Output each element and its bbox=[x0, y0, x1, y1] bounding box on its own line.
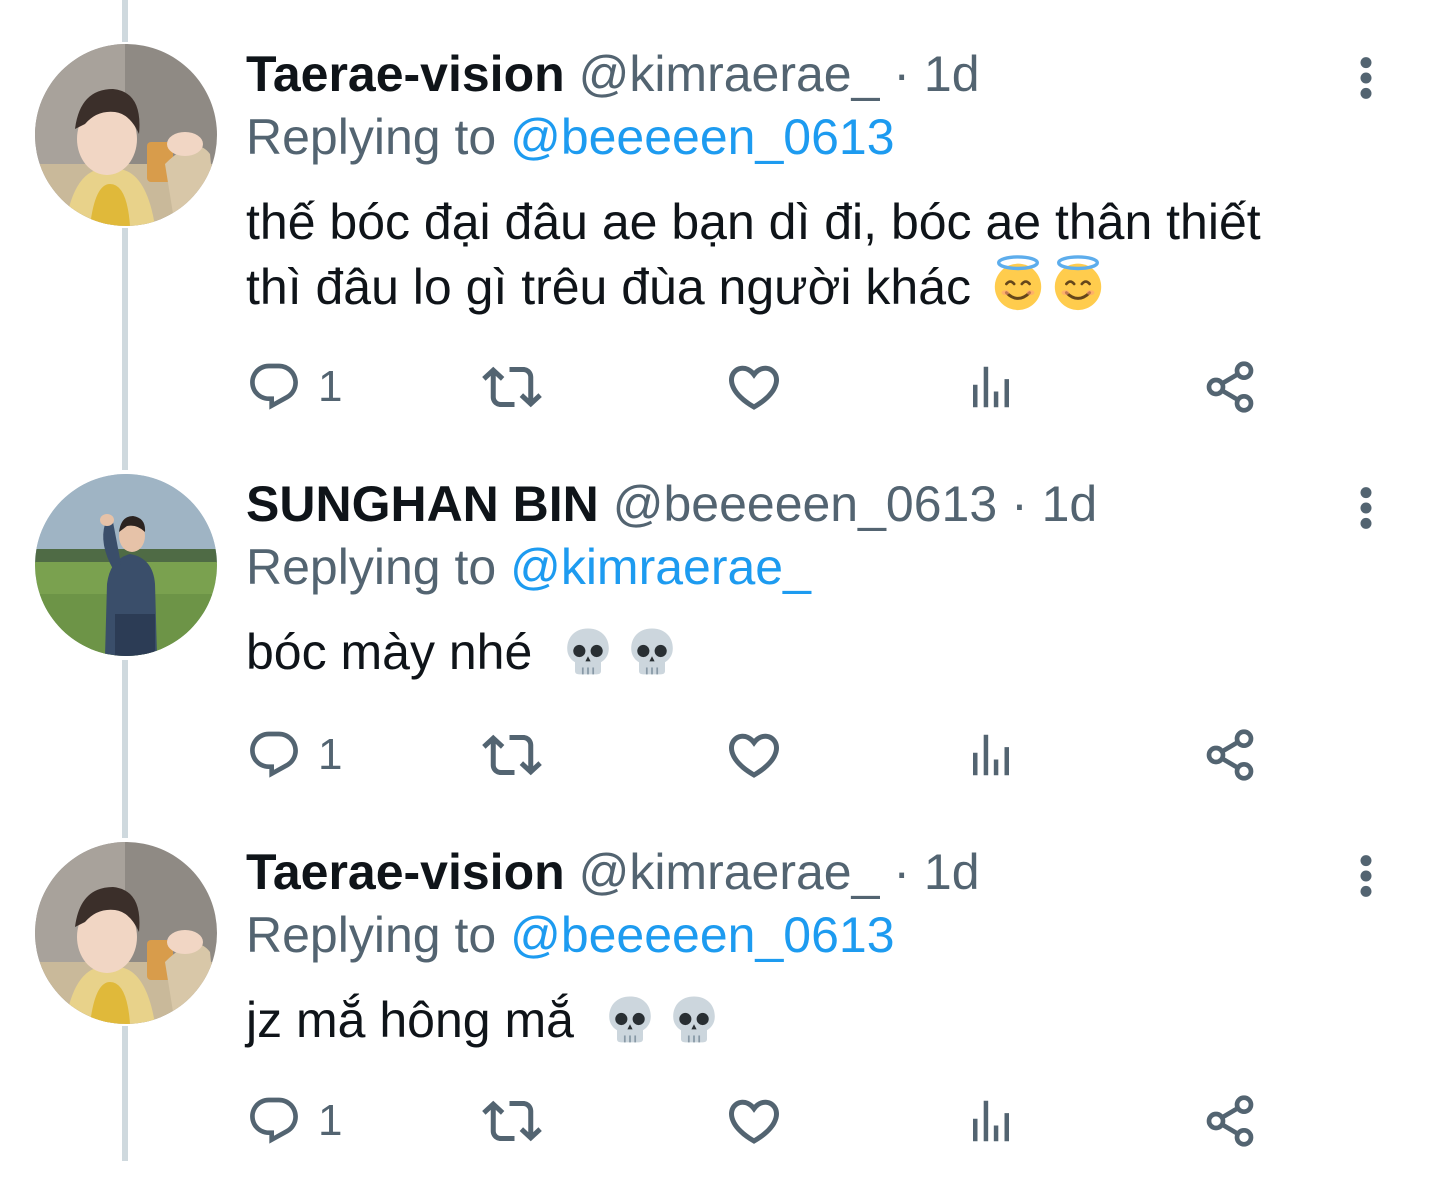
share-icon bbox=[1202, 727, 1258, 783]
more-options-icon bbox=[1359, 486, 1373, 530]
tweet-text-line: thì đâu lo gì trêu đùa người khác bbox=[246, 254, 1366, 319]
reply-count: 1 bbox=[318, 362, 343, 411]
user-handle[interactable]: @beeeeen_0613 bbox=[613, 476, 997, 532]
tweet[interactable]: Taerae-vision @kimraerae_ · 1d Replying … bbox=[0, 798, 1440, 1198]
retweet-icon bbox=[482, 1091, 542, 1151]
display-name[interactable]: Taerae-vision bbox=[246, 844, 565, 900]
halo-smile-emoji bbox=[989, 254, 1047, 312]
avatar[interactable] bbox=[35, 842, 217, 1024]
retweet-button[interactable] bbox=[482, 1091, 542, 1151]
more-options-button[interactable] bbox=[1348, 52, 1384, 112]
tweet-actions: 1 bbox=[246, 1091, 1286, 1151]
reply-button[interactable]: 1 bbox=[246, 725, 342, 785]
share-button[interactable] bbox=[1202, 1091, 1258, 1151]
timestamp[interactable]: 1d bbox=[924, 844, 980, 900]
more-options-icon bbox=[1359, 56, 1373, 100]
skull-emoji bbox=[562, 625, 614, 677]
tweet-text: bóc mày nhé bbox=[246, 620, 1366, 684]
replying-prefix: Replying to bbox=[246, 539, 497, 595]
avatar[interactable] bbox=[35, 474, 217, 656]
user-handle[interactable]: @kimraerae_ bbox=[579, 844, 880, 900]
like-button[interactable] bbox=[724, 725, 784, 785]
replying-prefix: Replying to bbox=[246, 907, 497, 963]
analytics-button[interactable] bbox=[964, 1091, 1018, 1151]
tweet-text-content: thì đâu lo gì trêu đùa người khác bbox=[246, 259, 972, 315]
tweet-header: Taerae-vision @kimraerae_ · 1d bbox=[246, 44, 980, 104]
skull-emoji bbox=[668, 993, 720, 1045]
retweet-icon bbox=[482, 357, 542, 417]
separator-dot: · bbox=[893, 46, 910, 102]
tweet-text-line: jz mắ hông mắ bbox=[246, 988, 1366, 1052]
tweet-actions: 1 bbox=[246, 357, 1286, 417]
analytics-icon bbox=[964, 1094, 1018, 1148]
like-icon bbox=[724, 1091, 784, 1151]
reply-icon bbox=[246, 727, 302, 783]
mention-link[interactable]: @kimraerae_ bbox=[510, 539, 811, 595]
tweet-header: SUNGHAN BIN @beeeeen_0613 · 1d bbox=[246, 474, 1097, 534]
replying-to: Replying to @kimraerae_ bbox=[246, 537, 811, 597]
reply-count: 1 bbox=[318, 1096, 343, 1145]
share-icon bbox=[1202, 1093, 1258, 1149]
tweet-actions: 1 bbox=[246, 725, 1286, 785]
timestamp[interactable]: 1d bbox=[1042, 476, 1098, 532]
separator-dot: · bbox=[1011, 476, 1028, 532]
share-button[interactable] bbox=[1202, 357, 1258, 417]
tweet-text-content: jz mắ hông mắ bbox=[246, 992, 574, 1048]
reply-icon bbox=[246, 359, 302, 415]
analytics-icon bbox=[964, 728, 1018, 782]
replying-to: Replying to @beeeeen_0613 bbox=[246, 107, 895, 167]
reply-icon bbox=[246, 1093, 302, 1149]
mention-link[interactable]: @beeeeen_0613 bbox=[510, 907, 894, 963]
more-options-button[interactable] bbox=[1348, 850, 1384, 910]
analytics-button[interactable] bbox=[964, 725, 1018, 785]
more-options-icon bbox=[1359, 854, 1373, 898]
reply-button[interactable]: 1 bbox=[246, 357, 342, 417]
mention-link[interactable]: @beeeeen_0613 bbox=[510, 109, 894, 165]
tweet-text-content: bóc mày nhé bbox=[246, 624, 533, 680]
replying-to: Replying to @beeeeen_0613 bbox=[246, 905, 895, 965]
reply-button[interactable]: 1 bbox=[246, 1091, 342, 1151]
tweet-header: Taerae-vision @kimraerae_ · 1d bbox=[246, 842, 980, 902]
avatar[interactable] bbox=[35, 44, 217, 226]
share-icon bbox=[1202, 359, 1258, 415]
share-button[interactable] bbox=[1202, 725, 1258, 785]
retweet-icon bbox=[482, 725, 542, 785]
retweet-button[interactable] bbox=[482, 357, 542, 417]
like-button[interactable] bbox=[724, 357, 784, 417]
retweet-button[interactable] bbox=[482, 725, 542, 785]
like-button[interactable] bbox=[724, 1091, 784, 1151]
skull-emoji bbox=[626, 625, 678, 677]
analytics-button[interactable] bbox=[964, 357, 1018, 417]
display-name[interactable]: SUNGHAN BIN bbox=[246, 476, 599, 532]
tweet[interactable]: Taerae-vision @kimraerae_ · 1d Replying … bbox=[0, 0, 1440, 400]
display-name[interactable]: Taerae-vision bbox=[246, 46, 565, 102]
halo-smile-emoji bbox=[1049, 254, 1107, 312]
user-handle[interactable]: @kimraerae_ bbox=[579, 46, 880, 102]
tweet-text-line: thế bóc đại đâu ae bạn dì đi, bóc ae thâ… bbox=[246, 194, 1261, 250]
tweet-text: jz mắ hông mắ bbox=[246, 988, 1366, 1052]
analytics-icon bbox=[964, 360, 1018, 414]
replying-prefix: Replying to bbox=[246, 109, 497, 165]
more-options-button[interactable] bbox=[1348, 482, 1384, 542]
timestamp[interactable]: 1d bbox=[924, 46, 980, 102]
tweet-text: thế bóc đại đâu ae bạn dì đi, bóc ae thâ… bbox=[246, 190, 1366, 319]
skull-emoji bbox=[604, 993, 656, 1045]
like-icon bbox=[724, 725, 784, 785]
tweet[interactable]: SUNGHAN BIN @beeeeen_0613 · 1d Replying … bbox=[0, 430, 1440, 830]
reply-count: 1 bbox=[318, 730, 343, 779]
like-icon bbox=[724, 357, 784, 417]
tweet-text-line: bóc mày nhé bbox=[246, 620, 1366, 684]
separator-dot: · bbox=[893, 844, 910, 900]
